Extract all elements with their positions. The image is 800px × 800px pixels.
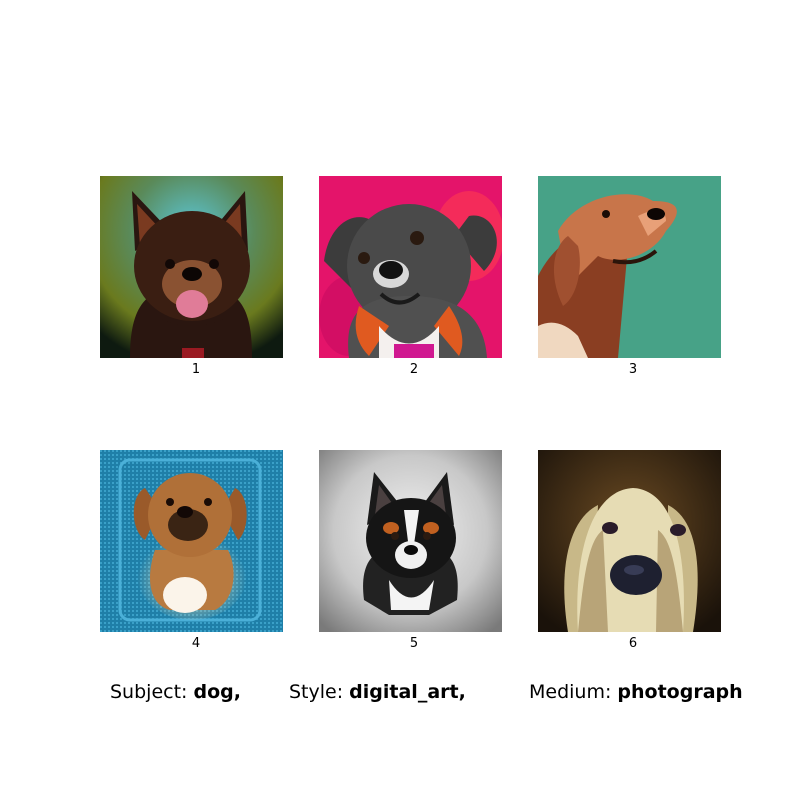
image-number-1: 1: [191, 362, 201, 377]
dog-image-2: [319, 176, 502, 358]
dog-image-3: [538, 176, 721, 358]
style-value: digital_art,: [349, 681, 466, 703]
image-number-5: 5: [409, 636, 419, 651]
style-caption: Style: digital_art,: [289, 680, 466, 704]
dog-image-1: [100, 176, 283, 358]
medium-label: Medium:: [529, 681, 612, 703]
image-number-4: 4: [191, 636, 201, 651]
image-number-3: 3: [628, 362, 638, 377]
subject-label: Subject:: [110, 681, 188, 703]
dog-image-4: [100, 450, 283, 632]
style-label: Style:: [289, 681, 344, 703]
medium-caption: Medium: photograph: [529, 680, 743, 704]
medium-value: photograph: [617, 681, 743, 703]
dog-image-5: [319, 450, 502, 632]
subject-value: dog,: [193, 681, 241, 703]
dog-image-6: [538, 450, 721, 632]
image-number-2: 2: [409, 362, 419, 377]
subject-caption: Subject: dog,: [110, 680, 241, 704]
image-number-6: 6: [628, 636, 638, 651]
